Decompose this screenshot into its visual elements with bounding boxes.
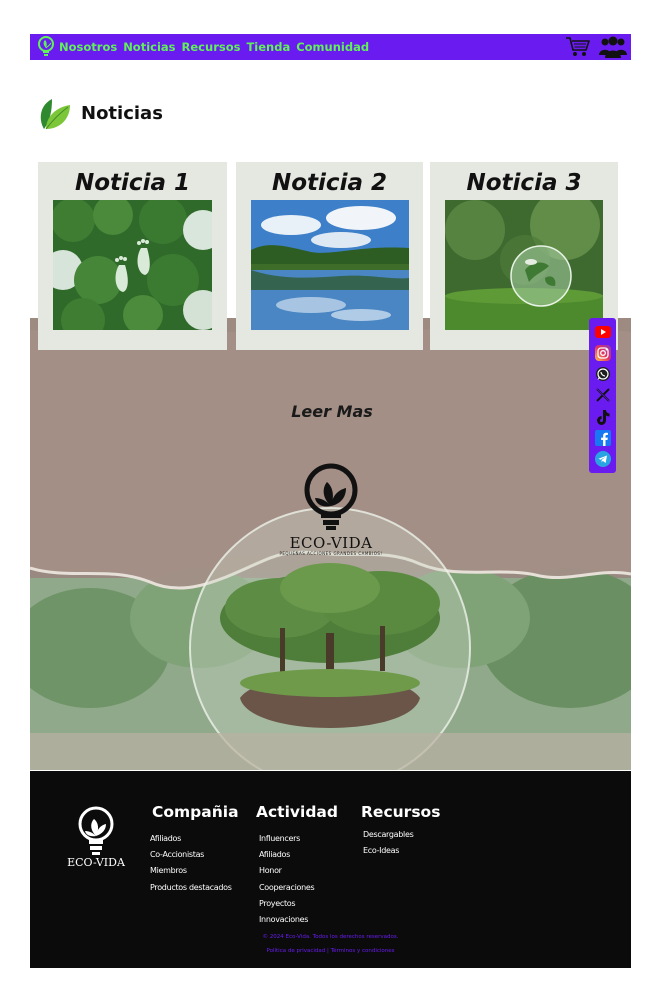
footer-copyright: © 2024 Eco-Vida. Todos los derechos rese… bbox=[262, 934, 399, 940]
footer-link-productos-destacados[interactable]: Productos destacados bbox=[150, 883, 239, 899]
footer-link-eco-ideas[interactable]: Eco-Ideas bbox=[363, 846, 440, 862]
footer-link-cooperaciones[interactable]: Cooperaciones bbox=[259, 883, 338, 899]
lake-reflection-image[interactable] bbox=[251, 200, 409, 330]
lightbulb-leaf-icon bbox=[78, 806, 114, 855]
legal-separator: | bbox=[327, 948, 329, 954]
lightbulb-leaf-icon[interactable] bbox=[35, 36, 57, 58]
footer-link-proyectos[interactable]: Proyectos bbox=[259, 899, 338, 915]
footer-link-descargables[interactable]: Descargables bbox=[363, 830, 440, 846]
youtube-icon[interactable] bbox=[594, 323, 611, 340]
nav-link-nosotros[interactable]: Nosotros bbox=[59, 40, 117, 54]
footer-link-innovaciones[interactable]: Innovaciones bbox=[259, 915, 338, 931]
nav-links: Nosotros Noticias Recursos Tienda Comuni… bbox=[59, 40, 375, 54]
footer-column-actividad: Actividad Influencers Afiliados Honor Co… bbox=[256, 803, 338, 931]
news-card-1: Noticia 1 bbox=[38, 162, 227, 350]
leaf-icon bbox=[40, 99, 70, 130]
footer-logo[interactable]: ECO-VIDA bbox=[63, 804, 129, 874]
privacy-policy-link[interactable]: Política de privacidad bbox=[266, 948, 325, 954]
cart-icon[interactable] bbox=[565, 36, 591, 58]
users-icon[interactable] bbox=[599, 35, 627, 59]
forest-footprints-image[interactable] bbox=[53, 200, 212, 330]
nav-link-tienda[interactable]: Tienda bbox=[246, 40, 290, 54]
footer-link-influencers[interactable]: Influencers bbox=[259, 834, 338, 850]
brand-name: ECO-VIDA bbox=[289, 534, 373, 552]
nav-actions bbox=[565, 35, 627, 59]
top-navbar: Nosotros Noticias Recursos Tienda Comuni… bbox=[30, 34, 631, 60]
card-title: Noticia 2 bbox=[272, 170, 387, 196]
footer-legal-links: Política de privacidad | Términos y cond… bbox=[30, 948, 631, 954]
nav-link-comunidad[interactable]: Comunidad bbox=[296, 40, 369, 54]
instagram-icon[interactable] bbox=[594, 344, 611, 361]
card-title: Noticia 3 bbox=[466, 170, 582, 196]
tiktok-icon[interactable] bbox=[594, 408, 611, 425]
brand-logo: ECO-VIDA PEQUEÑAS ACCIONES GRANDES CAMBI… bbox=[270, 460, 392, 560]
footer-link-miembros[interactable]: Miembros bbox=[150, 866, 239, 882]
nav-link-recursos[interactable]: Recursos bbox=[182, 40, 241, 54]
page-header: Noticias bbox=[38, 95, 163, 131]
news-card-2: Noticia 2 bbox=[236, 162, 423, 350]
footer-link-afiliados[interactable]: Afiliados bbox=[259, 850, 338, 866]
terms-link[interactable]: Términos y condiciones bbox=[331, 948, 395, 954]
footer-link-co-accionistas[interactable]: Co-Accionistas bbox=[150, 850, 239, 866]
social-bar bbox=[589, 318, 616, 473]
telegram-icon[interactable] bbox=[594, 451, 611, 468]
footer-column-title: Actividad bbox=[256, 803, 338, 821]
footer-column-title: Compañia bbox=[152, 803, 239, 821]
footer: ECO-VIDA Compañia Afiliados Co-Accionist… bbox=[30, 771, 631, 968]
footer-column-title: Recursos bbox=[361, 803, 441, 821]
footer-link-afiliados[interactable]: Afiliados bbox=[150, 834, 239, 850]
footer-column-recursos: Recursos Descargables Eco-Ideas bbox=[361, 803, 440, 862]
lightbulb-leaf-icon bbox=[304, 463, 358, 530]
glass-globe-moss-image[interactable] bbox=[445, 200, 603, 330]
footer-link-honor[interactable]: Honor bbox=[259, 866, 338, 882]
whatsapp-icon[interactable] bbox=[594, 366, 611, 383]
facebook-icon[interactable] bbox=[594, 430, 611, 447]
brand-tagline: PEQUEÑAS ACCIONES GRANDES CAMBIOS! bbox=[279, 551, 383, 556]
footer-column-compania: Compañia Afiliados Co-Accionistas Miembr… bbox=[150, 803, 239, 899]
page-title: Noticias bbox=[81, 102, 163, 124]
footer-brand-name: ECO-VIDA bbox=[67, 856, 125, 869]
read-more-link[interactable]: Leer Mas bbox=[0, 402, 664, 421]
x-icon[interactable] bbox=[594, 387, 611, 404]
card-title: Noticia 1 bbox=[75, 170, 190, 196]
nav-link-noticias[interactable]: Noticias bbox=[123, 40, 175, 54]
